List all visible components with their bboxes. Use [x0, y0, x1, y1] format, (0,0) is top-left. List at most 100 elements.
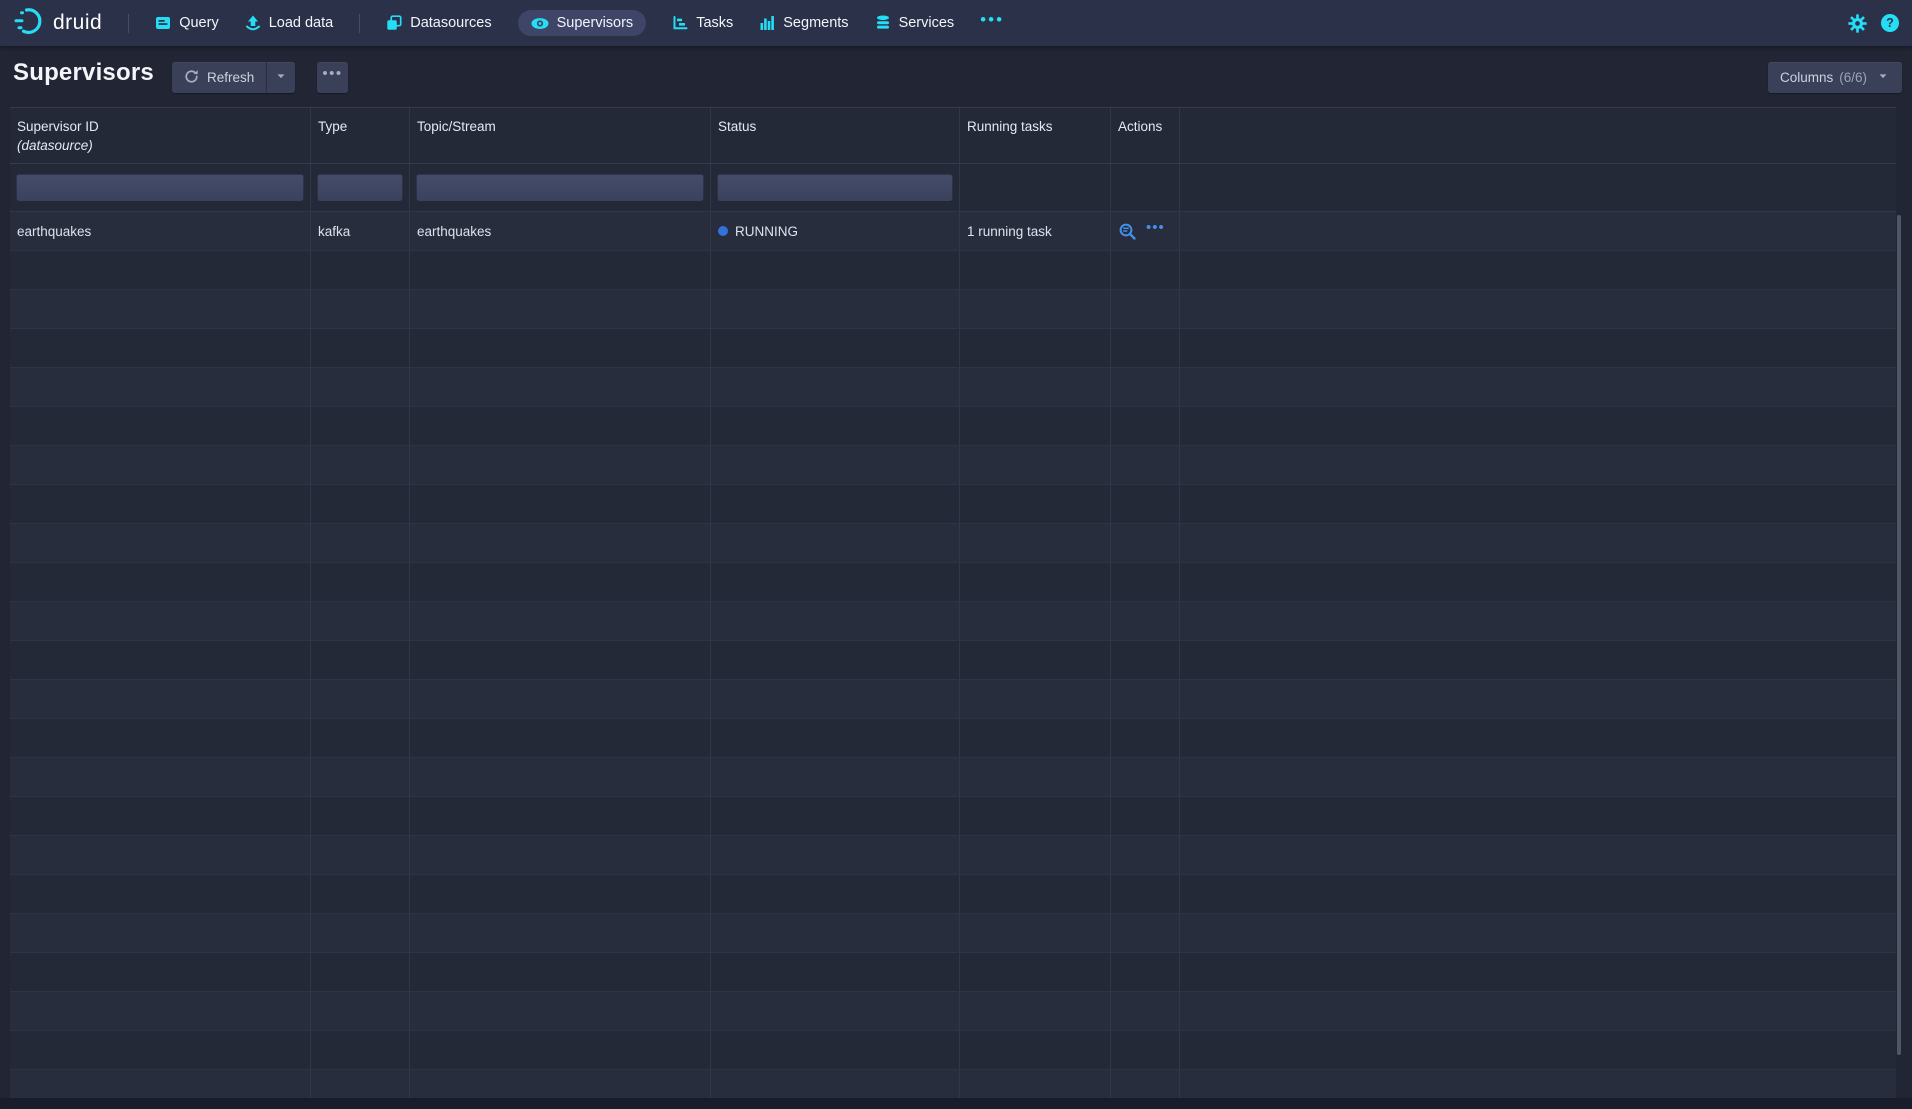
columns-button[interactable]: Columns (6/6)	[1768, 62, 1902, 93]
nav-more-icon[interactable]: •••	[980, 15, 1004, 31]
column-header-filler	[1180, 108, 1896, 163]
cell-empty	[10, 758, 311, 796]
cell-empty	[311, 251, 410, 289]
more-icon[interactable]: •••	[1146, 224, 1165, 238]
nav-item-label: Datasources	[410, 15, 491, 31]
cell-empty	[410, 719, 711, 757]
nav-item-query[interactable]: Query	[155, 15, 219, 31]
cell-empty	[1111, 719, 1180, 757]
filter-input-status[interactable]	[717, 174, 953, 202]
cell-empty	[410, 329, 711, 367]
vertical-scrollbar[interactable]	[1897, 215, 1901, 1055]
columns-count: (6/6)	[1839, 70, 1867, 85]
services-icon	[875, 15, 891, 31]
cell-empty	[960, 446, 1111, 484]
cell-empty	[10, 407, 311, 445]
cell-empty	[10, 329, 311, 367]
cell-empty	[1111, 641, 1180, 679]
column-header-type[interactable]: Type	[311, 108, 410, 163]
cell-empty	[1180, 914, 1896, 952]
cell-empty	[960, 758, 1111, 796]
cell-status[interactable]: RUNNING	[711, 212, 960, 250]
column-header-topic-stream[interactable]: Topic/Stream	[410, 108, 711, 163]
filter-cell-filler	[1180, 164, 1896, 211]
cell-empty	[311, 797, 410, 835]
cell-empty	[311, 485, 410, 523]
cell-empty	[10, 602, 311, 640]
cell-empty	[311, 446, 410, 484]
druid-logo-icon	[14, 5, 46, 42]
cell-empty	[711, 680, 960, 718]
table-row-empty	[10, 251, 1896, 290]
nav-item-label: Query	[179, 15, 219, 31]
cell-empty	[10, 368, 311, 406]
column-header-status[interactable]: Status	[711, 108, 960, 163]
refresh-button[interactable]: Refresh	[172, 62, 266, 93]
refresh-button-label: Refresh	[207, 70, 254, 85]
cell-empty	[1111, 758, 1180, 796]
filter-input-type[interactable]	[317, 174, 403, 202]
cell-empty	[960, 914, 1111, 952]
nav-item-segments[interactable]: Segments	[759, 15, 848, 31]
filter-cell-running-tasks	[960, 164, 1111, 211]
cell-empty	[1111, 1070, 1180, 1098]
cell-empty	[1111, 680, 1180, 718]
cell-empty	[1111, 524, 1180, 562]
header-more-button[interactable]: •••	[317, 62, 348, 93]
cell-empty	[410, 641, 711, 679]
cell-empty	[711, 407, 960, 445]
cell-empty	[960, 407, 1111, 445]
cell-empty	[1180, 407, 1896, 445]
cell-empty	[711, 836, 960, 874]
column-header-supervisor-id[interactable]: Supervisor ID(datasource)	[10, 108, 311, 163]
cell-empty	[711, 251, 960, 289]
cell-empty	[711, 1070, 960, 1098]
cell-empty	[1111, 836, 1180, 874]
column-header-actions[interactable]: Actions	[1111, 108, 1180, 163]
cell-empty	[10, 992, 311, 1030]
cell-empty	[410, 602, 711, 640]
cell-empty	[1180, 680, 1896, 718]
cell-empty	[1180, 524, 1896, 562]
cell-empty	[311, 1070, 410, 1098]
column-label: Supervisor ID	[17, 119, 99, 134]
nav-item-tasks[interactable]: Tasks	[672, 15, 733, 31]
column-label: Type	[318, 119, 347, 134]
nav-item-datasources[interactable]: Datasources	[386, 15, 491, 31]
cell-empty	[711, 758, 960, 796]
druid-logo[interactable]: druid	[14, 5, 102, 42]
navbar-divider	[359, 14, 360, 33]
search-icon[interactable]	[1118, 222, 1137, 241]
filter-input-topic-stream[interactable]	[416, 174, 704, 202]
table-row-empty	[10, 563, 1896, 602]
cell-empty	[960, 290, 1111, 328]
filter-input-supervisor-id[interactable]	[16, 174, 304, 202]
columns-button-label: Columns	[1780, 70, 1833, 85]
cell-empty	[311, 368, 410, 406]
cell-empty	[1111, 914, 1180, 952]
nav-item-supervisors[interactable]: Supervisors	[518, 10, 647, 36]
nav-item-services[interactable]: Services	[875, 15, 955, 31]
nav-item-load-data[interactable]: Load data	[245, 15, 334, 31]
cell-empty	[410, 797, 711, 835]
table-row-empty	[10, 797, 1896, 836]
cell-empty	[1180, 719, 1896, 757]
cell-empty	[711, 329, 960, 367]
caret-down-icon	[1876, 69, 1890, 86]
column-header-running-tasks[interactable]: Running tasks	[960, 108, 1111, 163]
cell-empty	[410, 290, 711, 328]
cell-empty	[410, 758, 711, 796]
help-icon[interactable]: ?	[1881, 14, 1899, 32]
gear-icon[interactable]	[1848, 14, 1867, 33]
cell-empty	[10, 563, 311, 601]
cell-empty	[311, 290, 410, 328]
cell-empty	[1180, 251, 1896, 289]
filter-cell-actions	[1111, 164, 1180, 211]
cell-empty	[1180, 329, 1896, 367]
refresh-dropdown-button[interactable]	[266, 62, 295, 93]
cell-empty	[1180, 836, 1896, 874]
page-title: Supervisors	[13, 59, 154, 87]
cell-empty	[1111, 407, 1180, 445]
cell-empty	[1111, 992, 1180, 1030]
cell-empty	[711, 1031, 960, 1069]
